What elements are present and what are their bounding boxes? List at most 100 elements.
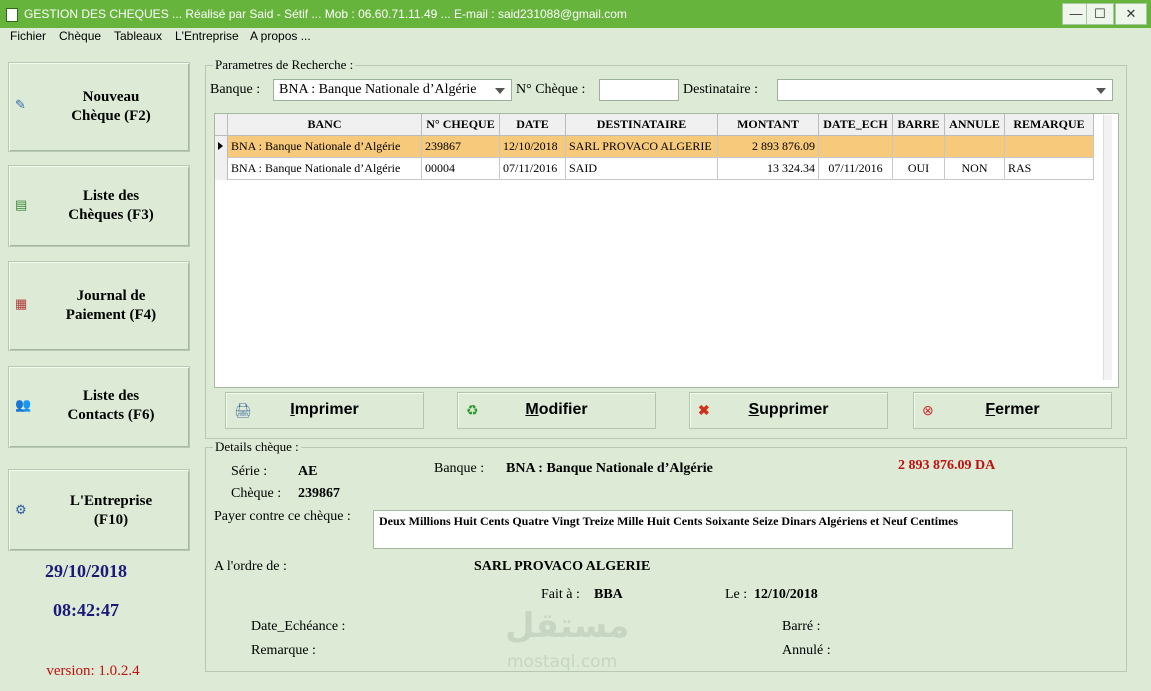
col-header-date[interactable]: DATE	[500, 114, 566, 136]
payment-journal-label-1: Journal de	[76, 288, 146, 304]
company-button[interactable]: ⚙ L'Entreprise (F10)	[8, 469, 190, 551]
place-label: Fait à :	[541, 587, 580, 602]
delete-accel: S	[748, 401, 760, 418]
cell-remarque[interactable]	[1005, 136, 1094, 158]
list-icon: ▤	[15, 197, 28, 212]
cheque-list-label-1: Liste des	[82, 188, 140, 204]
company-label-1: L'Entreprise	[69, 493, 153, 509]
calendar-icon: ▦	[15, 296, 28, 311]
row-selector-1[interactable]	[215, 158, 228, 180]
amount-value: 2 893 876.09 DA	[898, 458, 996, 473]
edit-button[interactable]: ♻ Modifier	[457, 392, 656, 429]
menu-tableaux[interactable]: Tableaux	[114, 29, 162, 43]
cell-barre[interactable]: OUI	[893, 158, 945, 180]
cheque-number-input[interactable]	[599, 79, 679, 101]
cell-annule[interactable]: NON	[945, 158, 1005, 180]
destinataire-select[interactable]	[777, 79, 1113, 101]
cell-cheque[interactable]: 239867	[422, 136, 500, 158]
amount-in-words: Deux Millions Huit Cents Quatre Vingt Tr…	[373, 510, 1013, 549]
table-vertical-scrollbar[interactable]	[1103, 115, 1112, 380]
contacts-icon: 👥	[15, 397, 32, 412]
cheque-value: 239867	[298, 486, 340, 501]
cell-remarque[interactable]: RAS	[1005, 158, 1094, 180]
place-value: BBA	[594, 587, 623, 602]
new-cheque-label-2: Chèque (F2)	[71, 108, 151, 124]
cell-barre[interactable]	[893, 136, 945, 158]
destinataire-label: Destinataire :	[683, 82, 759, 97]
app-version: version: 1.0.2.4	[46, 663, 140, 679]
menu-entreprise[interactable]: L'Entreprise	[175, 29, 239, 43]
due-date-label: Date_Echéance :	[251, 619, 346, 634]
order-value: SARL PROVACO ALGERIE	[474, 559, 651, 574]
close-accel: F	[985, 401, 996, 418]
cancelled-label: Annulé :	[782, 643, 831, 658]
bank-filter-select[interactable]: BNA : Banque Nationale d’Algérie	[273, 79, 512, 101]
new-cheque-label-1: Nouveau	[82, 89, 140, 105]
search-legend: Parametres de Recherche :	[213, 57, 356, 73]
maximize-button[interactable]: ☐	[1086, 3, 1114, 25]
cell-date-ech[interactable]	[819, 136, 893, 158]
cell-destinataire[interactable]: SAID	[566, 158, 718, 180]
menu-bar: Fichier Chèque Tableaux L'Entreprise A p…	[0, 28, 1151, 46]
bank-filter-value: BNA : Banque Nationale d’Algérie	[279, 82, 477, 97]
cell-banc[interactable]: BNA : Banque Nationale d’Algérie	[228, 136, 422, 158]
bank-filter-label: Banque :	[210, 82, 261, 97]
cell-destinataire[interactable]: SARL PROVACO ALGERIE	[566, 136, 718, 158]
menu-apropos[interactable]: A propos ...	[250, 29, 311, 43]
edit-accel: M	[525, 401, 539, 418]
cheque-label: Chèque :	[231, 486, 282, 501]
right-border	[1128, 46, 1151, 691]
details-group	[205, 447, 1127, 672]
col-header-destinataire[interactable]: DESTINATAIRE	[566, 114, 718, 136]
cell-date[interactable]: 12/10/2018	[500, 136, 566, 158]
print-label: mprimer	[294, 401, 359, 418]
contacts-list-button[interactable]: 👥 Liste des Contacts (F6)	[8, 366, 190, 448]
company-icon: ⚙	[15, 502, 27, 517]
serie-label: Série :	[231, 464, 268, 479]
current-time: 08:42:47	[53, 600, 119, 620]
pencil-icon: ✎	[15, 97, 26, 112]
cheques-table[interactable]: BANC N° CHEQUE DATE DESTINATAIRE MONTANT…	[214, 113, 1119, 388]
print-button[interactable]: 🖨 Imprimer	[225, 392, 424, 429]
cheque-list-button[interactable]: ▤ Liste des Chèques (F3)	[8, 165, 190, 247]
issue-date-value: 12/10/2018	[754, 587, 818, 602]
watermark-arabic: مستقل	[505, 606, 630, 646]
new-cheque-button[interactable]: ✎ Nouveau Chèque (F2)	[8, 62, 190, 152]
app-icon	[6, 8, 18, 22]
delete-button[interactable]: ✖ Supprimer	[689, 392, 888, 429]
col-header-barre[interactable]: BARRE	[893, 114, 945, 136]
col-header-banc[interactable]: BANC	[228, 114, 422, 136]
cell-cheque[interactable]: 00004	[422, 158, 500, 180]
pay-label: Payer contre ce chèque :	[214, 509, 351, 524]
serie-value: AE	[298, 464, 318, 479]
close-label: ermer	[995, 401, 1040, 418]
cell-annule[interactable]	[945, 136, 1005, 158]
col-header-date-ech[interactable]: DATE_ECH	[819, 114, 893, 136]
crossed-label: Barré :	[782, 619, 821, 634]
menu-cheque[interactable]: Chèque	[59, 29, 101, 43]
row-selector-0[interactable]	[215, 136, 228, 158]
current-date: 29/10/2018	[44, 561, 127, 581]
col-header-remarque[interactable]: REMARQUE	[1005, 114, 1094, 136]
company-label-2: (F10)	[93, 512, 129, 528]
menu-fichier[interactable]: Fichier	[10, 29, 46, 43]
issue-date-label: Le :	[725, 587, 748, 602]
payment-journal-button[interactable]: ▦ Journal de Paiement (F4)	[8, 261, 190, 351]
cell-date-ech[interactable]: 07/11/2016	[819, 158, 893, 180]
col-header-montant[interactable]: MONTANT	[718, 114, 819, 136]
col-header-annule[interactable]: ANNULE	[945, 114, 1005, 136]
cell-date[interactable]: 07/11/2016	[500, 158, 566, 180]
detail-bank-value: BNA : Banque Nationale d’Algérie	[506, 461, 713, 476]
cheque-list-label-2: Chèques (F3)	[68, 207, 154, 223]
cell-montant[interactable]: 13 324.34	[718, 158, 819, 180]
col-header-cheque[interactable]: N° CHEQUE	[422, 114, 500, 136]
cell-montant[interactable]: 2 893 876.09	[718, 136, 819, 158]
table-corner	[215, 114, 228, 136]
watermark-latin: mostaql.com	[507, 652, 618, 672]
close-button[interactable]: ⊗ Fermer	[913, 392, 1112, 429]
close-window-button[interactable]: ✕	[1115, 3, 1147, 25]
detail-bank-label: Banque :	[434, 461, 485, 476]
contacts-list-label-2: Contacts (F6)	[67, 407, 155, 423]
row-pointer-icon	[218, 142, 223, 150]
cell-banc[interactable]: BNA : Banque Nationale d’Algérie	[228, 158, 422, 180]
